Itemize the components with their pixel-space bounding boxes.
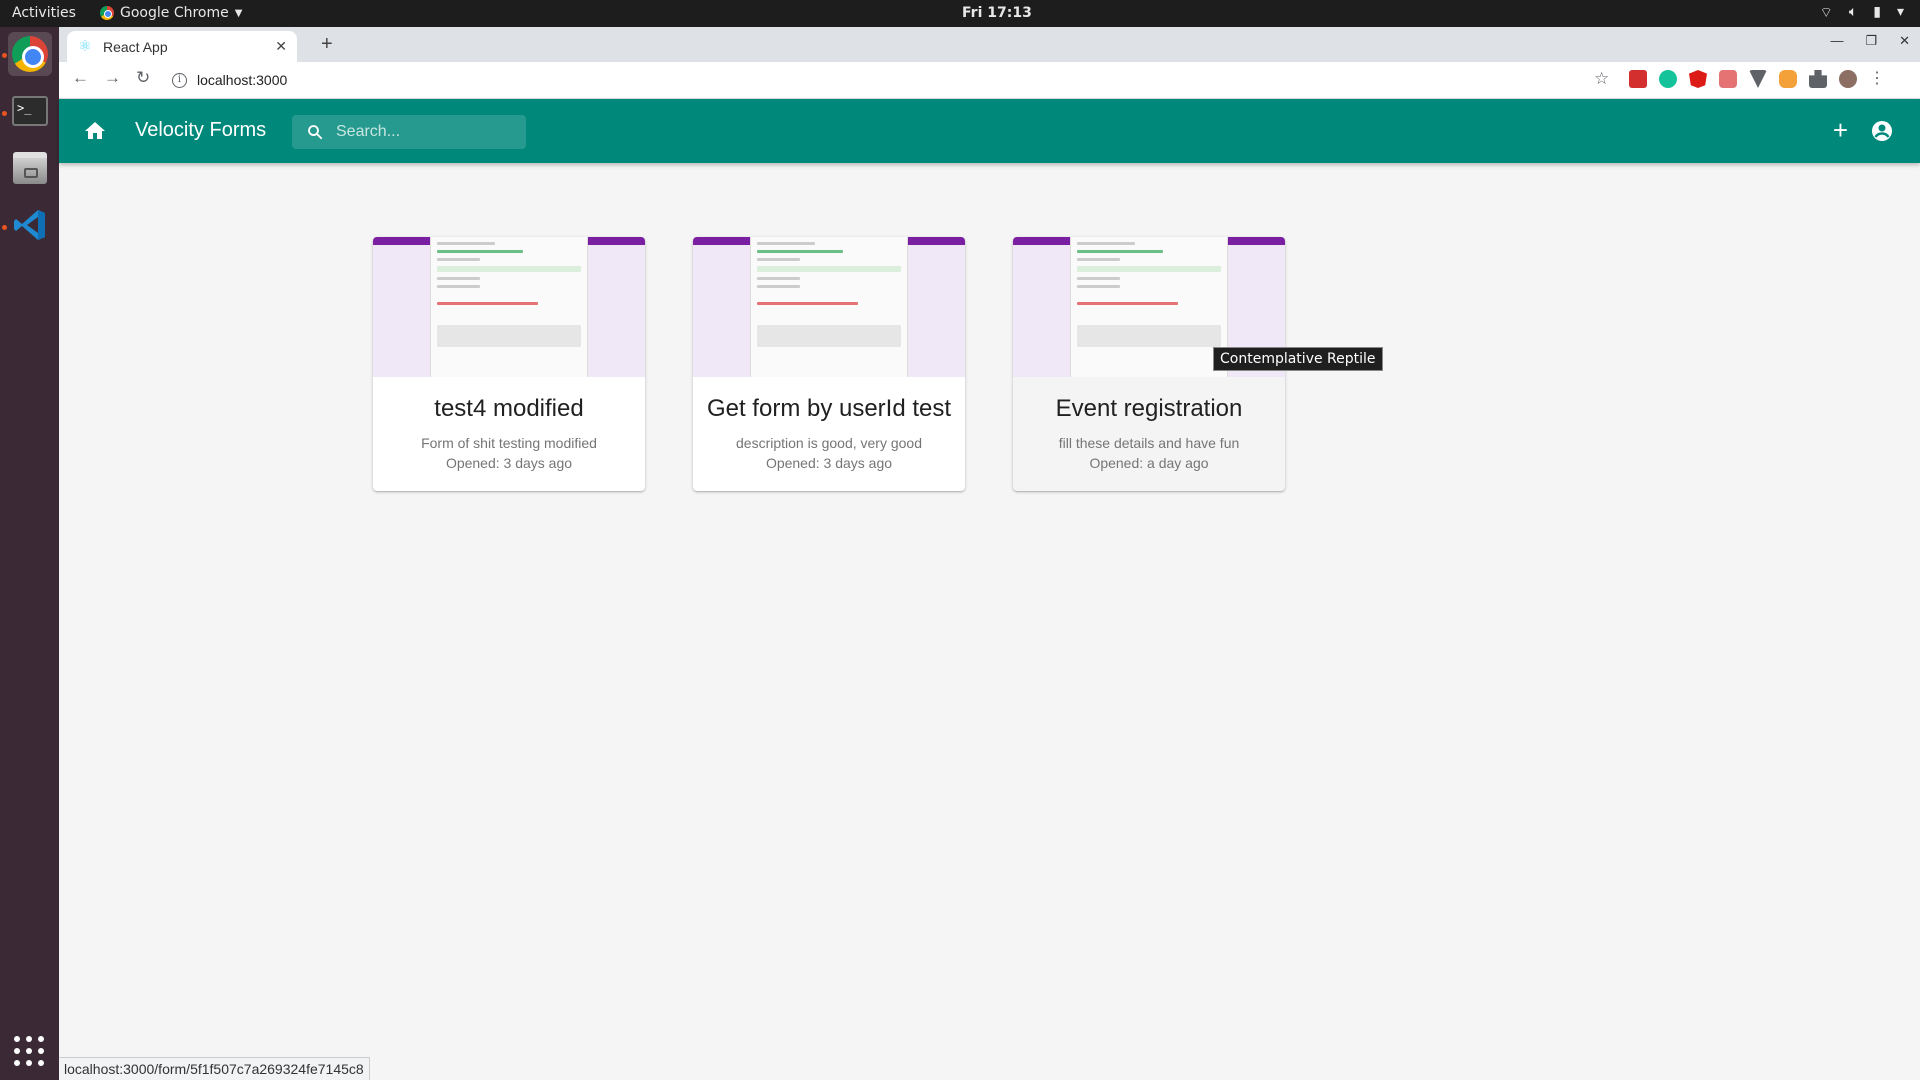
form-title: Get form by userId test xyxy=(706,395,952,422)
wifi-icon: ⌔ xyxy=(1819,5,1833,21)
chrome-icon xyxy=(100,6,114,20)
url-text: localhost:3000 xyxy=(197,72,288,88)
puzzle-icon[interactable] xyxy=(1809,70,1827,88)
form-title: Event registration xyxy=(1055,395,1243,422)
info-icon[interactable]: i xyxy=(172,72,187,88)
app-bar: Velocity Forms + xyxy=(59,99,1920,163)
dock-chrome[interactable] xyxy=(8,32,52,76)
new-tab-icon[interactable]: + xyxy=(321,33,333,56)
form-thumbnail xyxy=(373,237,645,377)
grammarly-icon[interactable] xyxy=(1659,70,1677,88)
add-form-icon[interactable]: + xyxy=(1833,117,1848,143)
home-icon[interactable] xyxy=(83,119,107,143)
app-title: Velocity Forms xyxy=(135,119,267,141)
system-top-bar: Activities Google Chrome ▼ Fri 17:13 ⌔ 🔈… xyxy=(0,0,1920,27)
app-menu-label: Google Chrome xyxy=(120,5,229,21)
extension-icon[interactable] xyxy=(1779,70,1797,88)
clock[interactable]: Fri 17:13 xyxy=(962,5,1032,21)
restore-icon[interactable]: ❐ xyxy=(1865,33,1877,49)
form-description: Form of shit testing modified xyxy=(421,435,597,451)
caret-down-icon: ▾ xyxy=(1896,4,1904,20)
angular-icon[interactable] xyxy=(1689,70,1707,88)
running-indicator xyxy=(2,53,7,58)
form-thumbnail xyxy=(693,237,965,377)
dock-vscode[interactable] xyxy=(8,203,52,247)
search-input[interactable] xyxy=(336,123,506,141)
form-card[interactable]: test4 modified Form of shit testing modi… xyxy=(373,237,645,491)
form-opened: Opened: a day ago xyxy=(1089,455,1209,471)
form-description: description is good, very good xyxy=(736,435,922,451)
files-icon xyxy=(13,152,47,184)
form-opened: Opened: 3 days ago xyxy=(445,455,573,471)
tab-title: React App xyxy=(103,38,168,55)
close-window-icon[interactable]: ✕ xyxy=(1899,33,1910,49)
chrome-icon xyxy=(12,36,48,72)
browser-tab[interactable]: ⚛ React App ✕ xyxy=(67,31,297,62)
tooltip: Contemplative Reptile xyxy=(1213,347,1383,371)
form-opened: Opened: 3 days ago xyxy=(765,455,893,471)
form-description: fill these details and have fun xyxy=(1058,435,1240,451)
running-indicator xyxy=(2,111,7,116)
form-card[interactable]: Get form by userId test description is g… xyxy=(693,237,965,491)
running-indicator xyxy=(2,225,7,230)
volume-icon: 🔈︎ xyxy=(1848,4,1858,20)
account-icon[interactable] xyxy=(1870,119,1894,143)
dock-files[interactable] xyxy=(8,146,52,190)
avatar[interactable] xyxy=(1839,70,1857,88)
forward-icon[interactable]: → xyxy=(104,68,121,88)
more-icon[interactable]: ⋮ xyxy=(1869,70,1885,88)
search-box xyxy=(292,115,526,149)
address-bar[interactable]: i localhost:3000 xyxy=(172,66,1672,94)
react-icon: ⚛ xyxy=(78,37,92,55)
caret-down-icon: ▼ xyxy=(234,7,243,19)
minimize-icon[interactable]: — xyxy=(1830,33,1843,49)
form-title: test4 modified xyxy=(434,395,584,422)
extension-icon[interactable] xyxy=(1629,70,1647,88)
tab-strip: ⚛ React App ✕ + — ❐ ✕ xyxy=(59,27,1920,62)
close-tab-icon[interactable]: ✕ xyxy=(275,38,287,55)
status-bar-url: localhost:3000/form/5f1f507c7a269324fe71… xyxy=(59,1057,370,1080)
show-applications-icon[interactable] xyxy=(14,1036,44,1066)
browser-toolbar: ← → ↻ i localhost:3000 ☆ ⋮ xyxy=(59,62,1920,99)
bookmark-star-icon[interactable]: ☆ xyxy=(1594,69,1609,89)
vscode-icon xyxy=(14,210,45,240)
extension-icon[interactable] xyxy=(1719,70,1737,88)
reload-icon[interactable]: ↻ xyxy=(136,68,150,88)
forms-grid: test4 modified Form of shit testing modi… xyxy=(59,163,1920,1080)
search-icon xyxy=(308,125,323,140)
back-icon[interactable]: ← xyxy=(72,68,89,88)
terminal-icon: >_ xyxy=(12,96,48,126)
extensions-bar: ⋮ xyxy=(1629,70,1885,88)
dock-terminal[interactable]: >_ xyxy=(8,89,52,133)
battery-icon: ▮ xyxy=(1873,4,1881,20)
app-menu[interactable]: Google Chrome ▼ xyxy=(100,5,242,21)
window-controls: — ❐ ✕ xyxy=(1830,33,1910,49)
activities-button[interactable]: Activities xyxy=(12,5,76,21)
dock: >_ xyxy=(0,27,59,1080)
system-tray[interactable]: ⌔ 🔈︎ ▮ ▾ xyxy=(1820,4,1904,22)
vue-devtools-icon[interactable] xyxy=(1749,70,1767,88)
